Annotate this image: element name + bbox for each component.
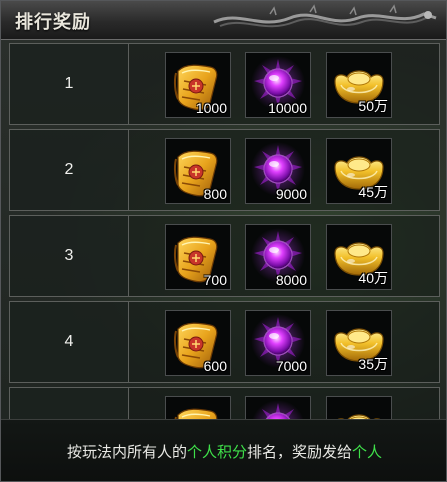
reward-slot-gold[interactable]: 40万	[326, 224, 392, 290]
rank-cell: 4	[10, 302, 129, 382]
purple-gem-icon	[246, 397, 310, 419]
rank-cell: 3	[10, 216, 129, 296]
reward-slot-gem[interactable]	[245, 396, 311, 419]
rank-number	[10, 388, 128, 419]
reward-slot-gold[interactable]: 50万	[326, 52, 392, 118]
reward-slot-gold[interactable]: 35万	[326, 310, 392, 376]
reward-slot-scroll[interactable]: 600	[165, 310, 231, 376]
reward-slot-scroll[interactable]: 700	[165, 224, 231, 290]
dragon-ornament-icon	[213, 4, 437, 28]
footer-highlight-personal-score: 个人积分	[186, 444, 247, 461]
rank-number: 4	[64, 333, 74, 350]
reward-list[interactable]: 1 1000 10000 50万 2 800 9000 45万 3 700 80…	[9, 43, 440, 419]
reward-row	[9, 387, 440, 419]
reward-slot-scroll[interactable]	[165, 396, 231, 419]
reward-quantity: 9000	[275, 186, 307, 202]
reward-quantity: 45万	[358, 184, 388, 200]
footer-highlight-individual: 个人	[352, 444, 383, 461]
reward-quantity: 8000	[275, 272, 307, 288]
panel-title: 排行奖励	[15, 12, 91, 32]
rank-number: 2	[64, 161, 74, 178]
reward-quantity: 600	[203, 358, 227, 374]
reward-row: 1 1000 10000 50万	[9, 43, 440, 125]
reward-slot-gem[interactable]: 7000	[245, 310, 311, 376]
rank-number: 1	[64, 75, 74, 92]
reward-row: 4 600 7000 35万	[9, 301, 440, 383]
rank-cell: 2	[10, 130, 129, 210]
reward-row: 3 700 8000 40万	[9, 215, 440, 297]
reward-quantity: 7000	[275, 358, 307, 374]
rank-cell: 1	[10, 44, 129, 124]
reward-slot-scroll[interactable]: 800	[165, 138, 231, 204]
reward-slot-gem[interactable]: 9000	[245, 138, 311, 204]
rank-cell	[10, 388, 129, 419]
reward-quantity: 700	[203, 272, 227, 288]
reward-quantity: 800	[203, 186, 227, 202]
gold-ingot-icon	[327, 397, 391, 419]
reward-slot-gem[interactable]: 10000	[245, 52, 311, 118]
reward-slot-scroll[interactable]: 1000	[165, 52, 231, 118]
reward-slot-gem[interactable]: 8000	[245, 224, 311, 290]
title-bar[interactable]: 排行奖励	[1, 1, 446, 40]
reward-slot-gold[interactable]	[326, 396, 392, 419]
reward-quantity: 35万	[358, 356, 388, 372]
footer-text-part2: 排名，奖励发给	[247, 444, 353, 461]
reward-quantity: 40万	[358, 270, 388, 286]
gold-scroll-icon	[166, 397, 230, 419]
reward-slot-gold[interactable]: 45万	[326, 138, 392, 204]
footer-text-part1: 按玩法内所有人的	[66, 444, 187, 461]
footer-note: 按玩法内所有人的个人积分排名，奖励发给个人	[1, 419, 446, 481]
reward-quantity: 10000	[268, 100, 307, 116]
rank-number: 3	[64, 247, 74, 264]
reward-quantity: 50万	[358, 98, 388, 114]
reward-row: 2 800 9000 45万	[9, 129, 440, 211]
footer-text: 按玩法内所有人的个人积分排名，奖励发给个人	[1, 441, 446, 462]
ranking-rewards-panel: 排行奖励 1 1000 10000 50万 2 800 9000 45万 3 7…	[0, 0, 447, 482]
reward-quantity: 1000	[195, 100, 227, 116]
